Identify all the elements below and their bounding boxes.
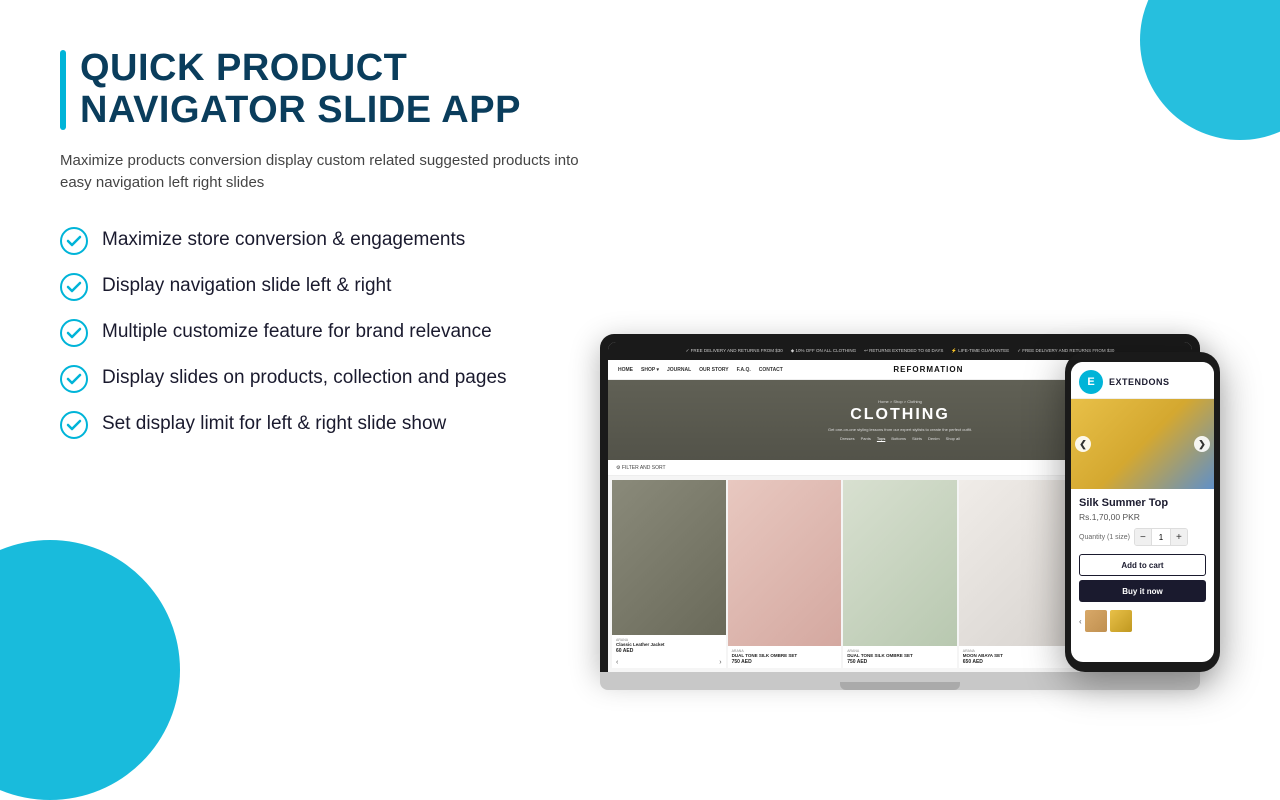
header-text-3: ↩ RETURNS EXTENDED TO 60 DAYS [864,348,943,354]
check-icon [60,273,88,301]
cat-denim[interactable]: Denim [928,436,940,441]
product-1-next[interactable]: › [719,659,721,666]
product-1-prev[interactable]: ‹ [616,659,618,666]
mobile-qty-label: Quantity (1 size) [1079,534,1130,541]
product-price-4: 650 AED [963,659,1069,665]
mobile-thumb-2[interactable] [1110,610,1132,632]
product-price-3: 750 AED [847,659,953,665]
product-image-2 [728,480,842,646]
feature-text: Display navigation slide left & right [102,273,391,299]
mobile-add-to-cart-button[interactable]: Add to cart [1079,554,1206,576]
cat-tops[interactable]: Tops [877,436,885,441]
product-1-slide-nav: ‹ › [612,657,726,668]
mobile-buy-now-button[interactable]: Buy it now [1079,580,1206,602]
cat-skirts[interactable]: Skirts [912,436,922,441]
product-name-4: MOON ABAYA SET [963,653,1069,658]
header-text-4: ⚡ LIFE-TIME GUARANTEE [951,348,1009,354]
cat-dresses[interactable]: Dresses [840,436,855,441]
cat-pants[interactable]: Pants [861,436,871,441]
site-product-1: ARANA Classic Leather Jacket 60 AED ‹ › [612,480,726,668]
mobile-qty-minus[interactable]: − [1135,529,1151,545]
feature-text: Set display limit for left & right slide… [102,411,446,437]
feature-item-feat-4: Display slides on products, collection a… [60,365,600,393]
check-icon [60,365,88,393]
mobile-thumb-prev[interactable]: ‹ [1079,617,1082,626]
mobile-qty-value: 1 [1151,529,1171,545]
nav-journal[interactable]: JOURNAL [667,367,691,373]
site-logo: REFORMATION [893,365,963,374]
product-name-2: DUAL TONE SILK OMBRE SET [732,653,838,658]
check-icon [60,319,88,347]
product-info-3: ARANA DUAL TONE SILK OMBRE SET 750 AED [843,646,957,668]
product-image-3 [843,480,957,646]
mobile-product-price: Rs.1,70,00 PKR [1079,512,1206,522]
cat-shop-all[interactable]: Shop all [946,436,960,441]
mobile-logo-letter: E [1087,376,1094,388]
nav-home[interactable]: HOME [618,367,633,373]
mobile-mockup: E EXTENDONS ❮ ❯ Silk Summer Top Rs.1,70,… [1065,352,1220,672]
laptop-base [600,672,1200,690]
main-content: QUICK PRODUCT NAVIGATOR SLIDE APP Maximi… [0,0,1280,720]
product-info-1: ARANA Classic Leather Jacket 60 AED [612,635,726,657]
mobile-product-title: Silk Summer Top [1079,497,1206,510]
nav-contact[interactable]: CONTACT [759,367,783,373]
feature-text: Maximize store conversion & engagements [102,227,465,253]
mobile-header: E EXTENDONS [1071,362,1214,399]
nav-shop[interactable]: SHOP ▾ [641,367,659,373]
feature-item-feat-1: Maximize store conversion & engagements [60,227,600,255]
feature-item-feat-3: Multiple customize feature for brand rel… [60,319,600,347]
nav-faq[interactable]: F.A.Q. [737,367,751,373]
mobile-qty-controls: − 1 + [1134,528,1188,546]
header-text-1: ✓ FREE DELIVERY AND RETURNS FROM $30 [686,348,783,354]
check-icon [60,411,88,439]
nav-our-story[interactable]: OUR STORY [699,367,728,373]
product-name-1: Classic Leather Jacket [616,642,722,647]
header-text-2: ◆ 10% OFF ON ALL CLOTHING [791,348,856,354]
left-panel: QUICK PRODUCT NAVIGATOR SLIDE APP Maximi… [60,48,600,690]
page-title: QUICK PRODUCT NAVIGATOR SLIDE APP [80,48,600,132]
product-info-4: ARANA MOON ABAYA SET 650 AED [959,646,1073,668]
feature-item-feat-5: Set display limit for left & right slide… [60,411,600,439]
site-nav-links: HOME SHOP ▾ JOURNAL OUR STORY F.A.Q. CON… [618,367,783,373]
cat-bottoms[interactable]: Bottoms [891,436,906,441]
title-bar-decoration [60,50,66,130]
mobile-next-arrow[interactable]: ❯ [1194,436,1210,452]
product-price-1: 60 AED [616,648,722,654]
mobile-brand-name: EXTENDONS [1109,377,1170,387]
mobile-thumb-1[interactable] [1085,610,1107,632]
mobile-product-image: ❮ ❯ [1071,399,1214,489]
filter-sort-btn[interactable]: ⚙ FILTER AND SORT [616,465,666,471]
product-price-2: 750 AED [732,659,838,665]
site-product-3: ARANA DUAL TONE SILK OMBRE SET 750 AED [843,480,957,668]
mobile-qty-plus[interactable]: + [1171,529,1187,545]
mobile-quantity-row: Quantity (1 size) − 1 + [1079,528,1206,546]
mobile-screen: E EXTENDONS ❮ ❯ Silk Summer Top Rs.1,70,… [1071,362,1214,662]
feature-text: Display slides on products, collection a… [102,365,507,391]
feature-text: Multiple customize feature for brand rel… [102,319,492,345]
site-hero-title: CLOTHING [850,406,950,424]
site-hero-categories: Dresses Pants Tops Bottoms Skirts Denim … [840,436,960,441]
page-subtitle: Maximize products conversion display cus… [60,150,580,195]
mobile-thumbnail-nav: ‹ [1071,610,1214,640]
product-image-1 [612,480,726,635]
mobile-logo-circle: E [1079,370,1103,394]
features-list: Maximize store conversion & engagements … [60,227,600,439]
feature-item-feat-2: Display navigation slide left & right [60,273,600,301]
check-icon [60,227,88,255]
site-product-2: ARANA DUAL TONE SILK OMBRE SET 750 AED [728,480,842,668]
site-product-4: ARANA MOON ABAYA SET 650 AED [959,480,1073,668]
site-hero-subtitle: Get one-on-one styling lessons from our … [828,427,972,432]
mobile-prev-arrow[interactable]: ❮ [1075,436,1091,452]
mobile-product-info: Silk Summer Top Rs.1,70,00 PKR Quantity … [1071,489,1214,546]
right-panel: ✓ FREE DELIVERY AND RETURNS FROM $30 ◆ 1… [600,48,1220,690]
product-image-4 [959,480,1073,646]
product-info-2: ARANA DUAL TONE SILK OMBRE SET 750 AED [728,646,842,668]
product-name-3: DUAL TONE SILK OMBRE SET [847,653,953,658]
site-breadcrumb: Home > Shop > Clothing [878,399,922,404]
title-block: QUICK PRODUCT NAVIGATOR SLIDE APP [60,48,600,132]
mobile-nav-arrows: ❮ ❯ [1071,436,1214,452]
